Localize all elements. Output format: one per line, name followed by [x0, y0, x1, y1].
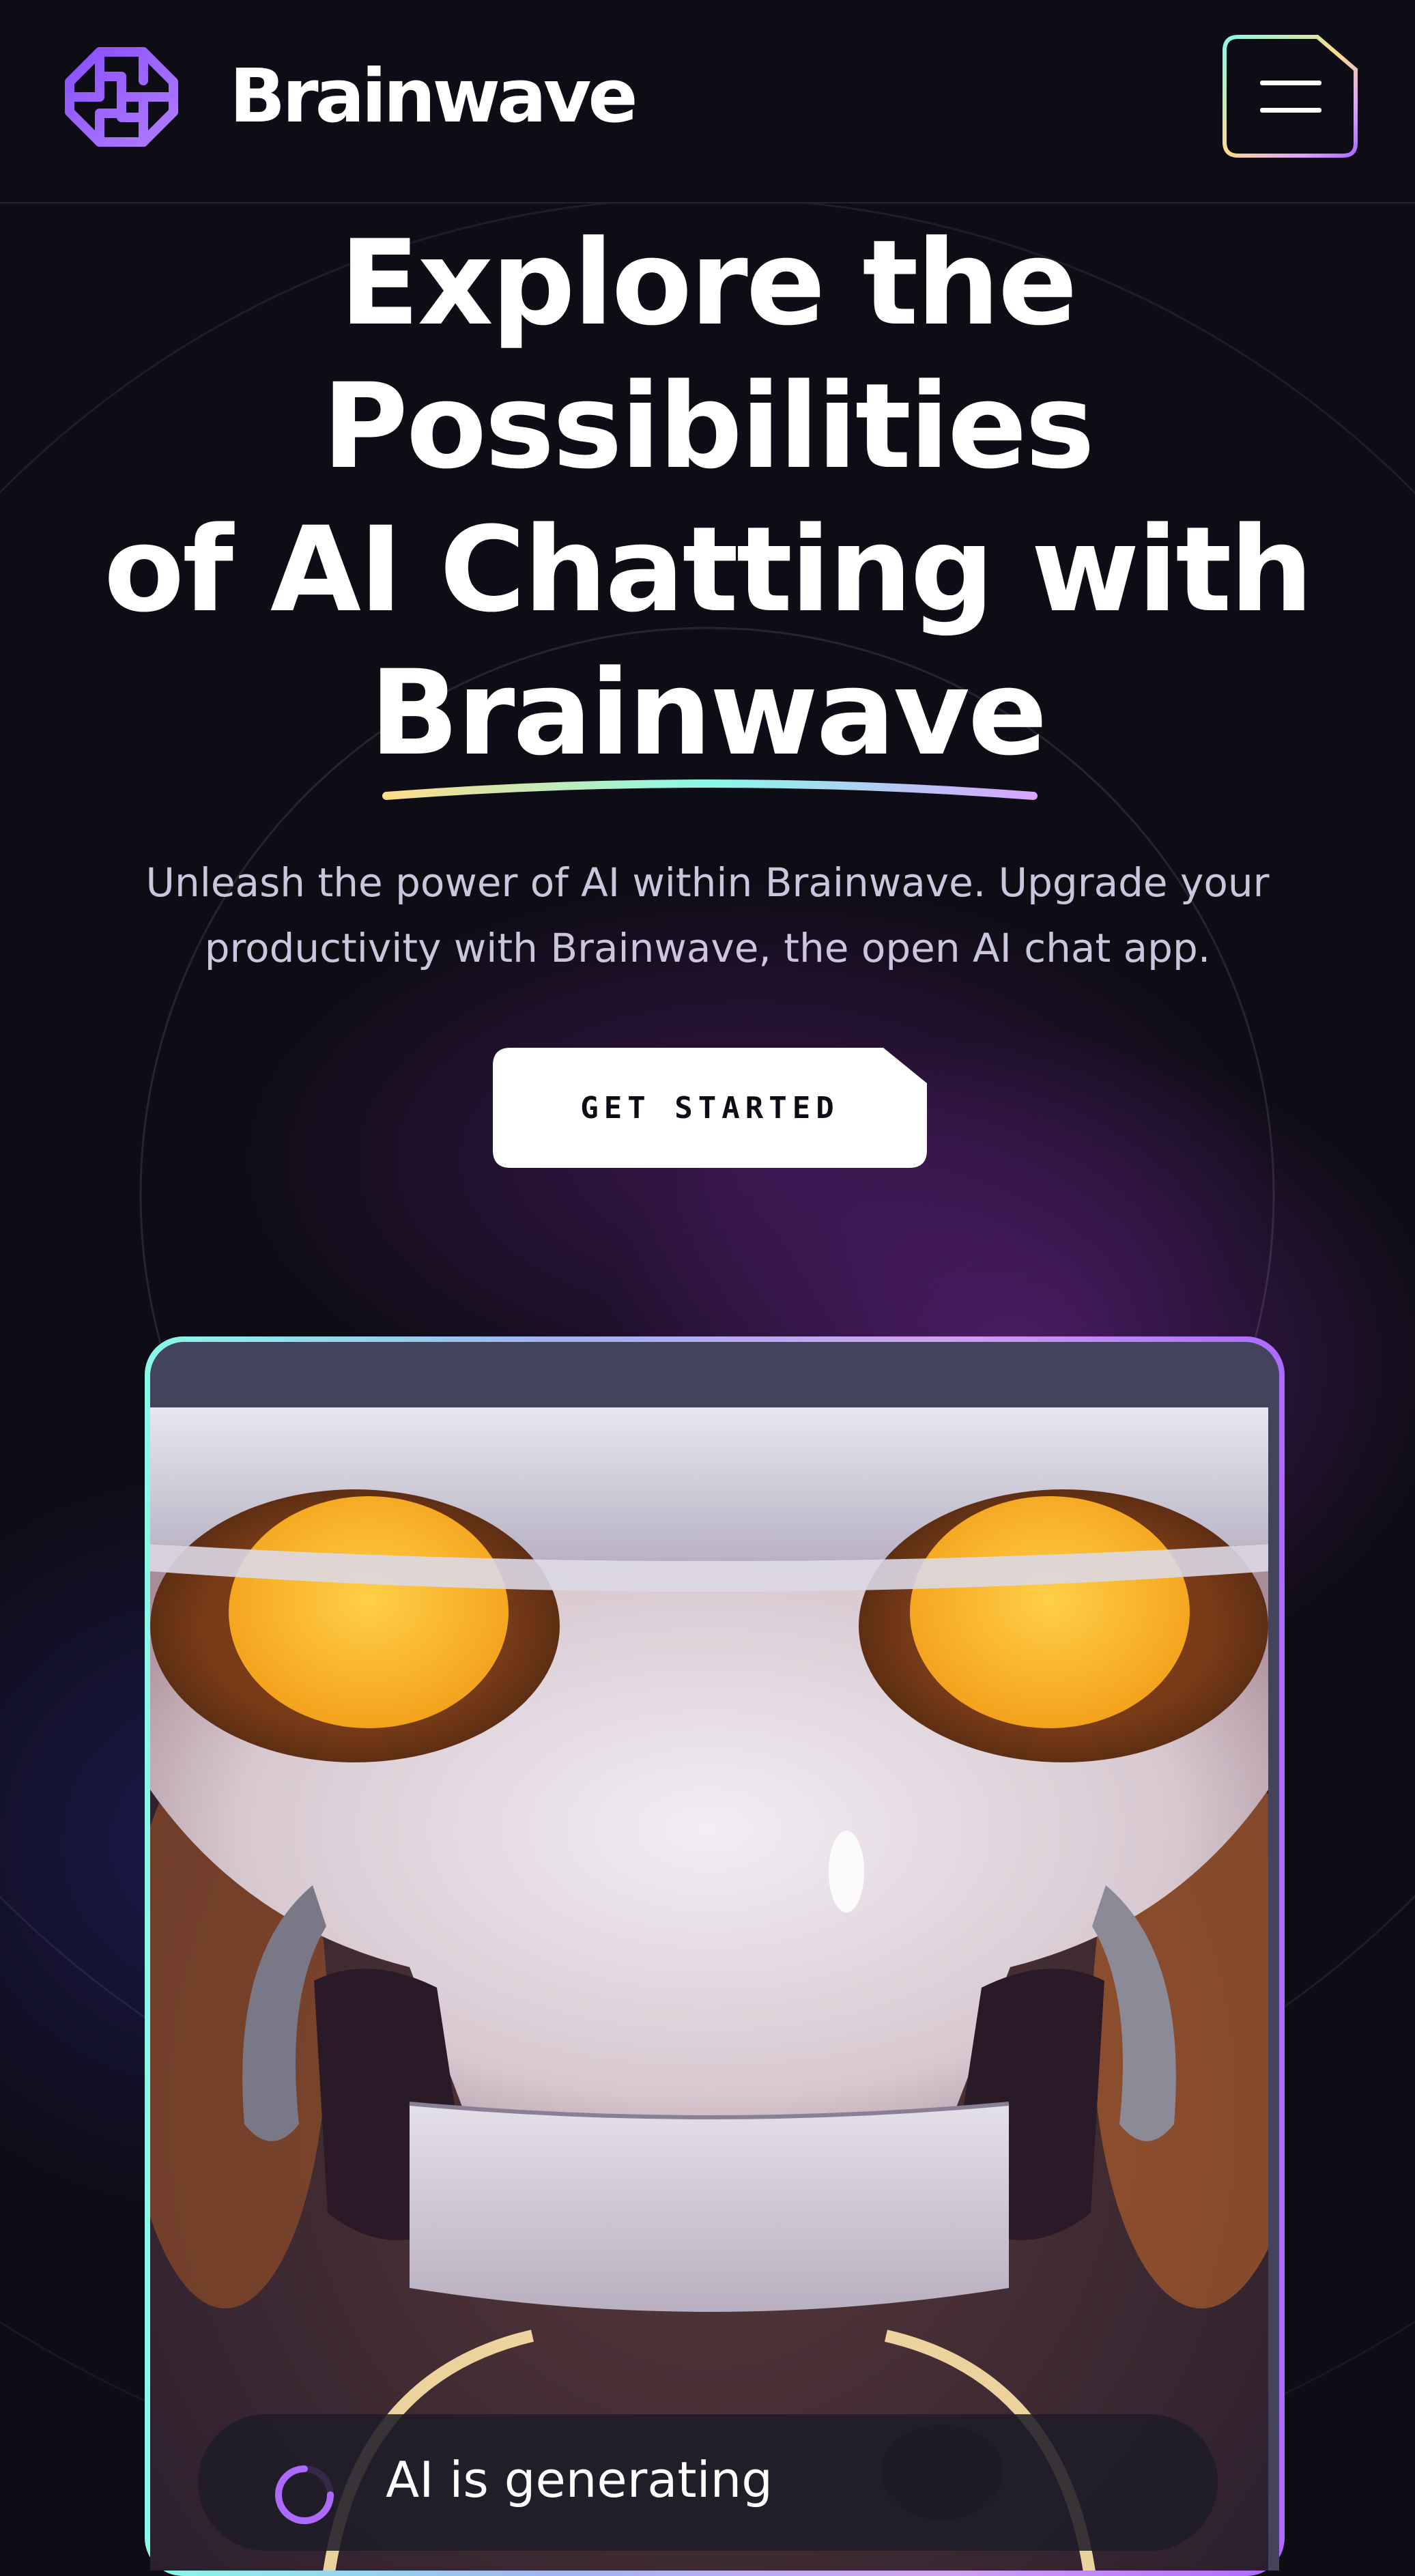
app-preview-titlebar — [150, 1342, 1279, 1407]
app-preview-frame — [145, 1336, 1285, 2576]
brand-name[interactable]: Brainwave — [229, 60, 638, 134]
hero-title-line: of AI Chatting with — [104, 501, 1313, 638]
hero-subtitle-line: productivity with Brainwave, the open AI… — [204, 925, 1211, 971]
site-header: Brainwave — [0, 0, 1415, 203]
loading-spinner-icon — [275, 2465, 334, 2524]
ai-generating-status: AI is generating — [198, 2414, 1218, 2551]
ai-generating-text: AI is generating — [386, 2451, 773, 2508]
get-started-button[interactable]: GET STARTED — [493, 1048, 927, 1168]
hero-subtitle-line: Unleash the power of AI within Brainwave… — [145, 859, 1270, 906]
hero-title-brand: Brainwave — [369, 644, 1047, 782]
hero-title-line: Possibilities — [321, 358, 1095, 495]
robot-hero-image — [150, 1407, 1268, 2571]
app-preview-window — [150, 1342, 1279, 2571]
brainwave-logo-icon[interactable] — [60, 42, 183, 152]
get-started-label: GET STARTED — [580, 1090, 840, 1126]
title-underline-decoration — [382, 779, 1038, 800]
hero-subtitle: Unleash the power of AI within Brainwave… — [68, 850, 1347, 981]
hero-title: Explore the Possibilities of AI Chatting… — [0, 212, 1415, 785]
hamburger-menu-icon[interactable] — [1222, 34, 1358, 158]
hero-title-line: Explore the — [339, 214, 1077, 352]
